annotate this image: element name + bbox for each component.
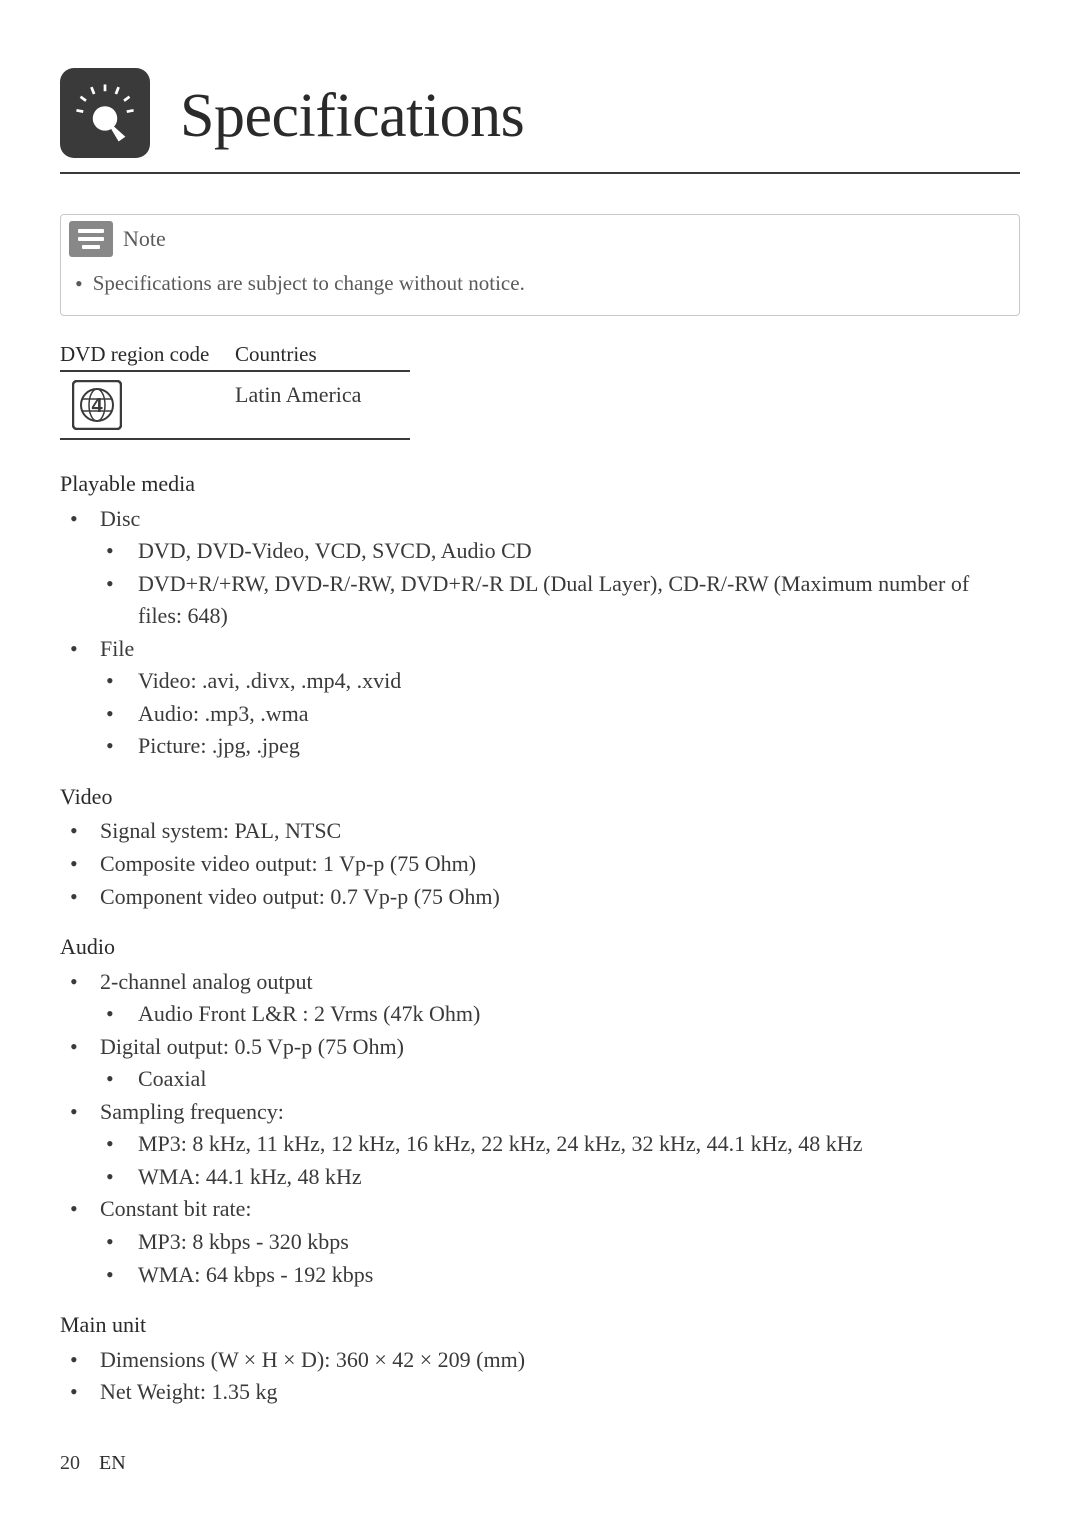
region-country: Latin America bbox=[235, 380, 361, 408]
page-header: Specifications bbox=[60, 68, 1020, 174]
list-item: MP3: 8 kHz, 11 kHz, 12 kHz, 16 kHz, 22 k… bbox=[100, 1128, 998, 1161]
list-item: WMA: 64 kbps - 192 kbps bbox=[100, 1259, 998, 1292]
region-table: DVD region code Countries 4 Latin Americ… bbox=[60, 342, 410, 440]
list-item: MP3: 8 kbps - 320 kbps bbox=[100, 1226, 998, 1259]
list-item: Composite video output: 1 Vp-p (75 Ohm) bbox=[60, 848, 998, 881]
lang-code: EN bbox=[99, 1452, 126, 1474]
list-item: DVD, DVD-Video, VCD, SVCD, Audio CD bbox=[100, 535, 998, 568]
section-title-playable: Playable media bbox=[60, 468, 998, 501]
section-title-main-unit: Main unit bbox=[60, 1309, 998, 1342]
bitrate-label: Constant bit rate: bbox=[100, 1196, 252, 1221]
section-title-video: Video bbox=[60, 781, 998, 814]
region-number: 4 bbox=[91, 395, 103, 417]
note-body: Specifications are subject to change wit… bbox=[61, 257, 1019, 315]
gauge-icon bbox=[60, 68, 150, 158]
page-footer: 20 EN bbox=[60, 1452, 126, 1475]
note-box: Note Specifications are subject to chang… bbox=[60, 214, 1020, 316]
disc-label: Disc bbox=[100, 506, 140, 531]
list-item: DVD+R/+RW, DVD-R/-RW, DVD+R/-R DL (Dual … bbox=[100, 568, 998, 633]
list-item: Audio: .mp3, .wma bbox=[100, 698, 998, 731]
list-item: Dimensions (W × H × D): 360 × 42 × 209 (… bbox=[60, 1344, 998, 1377]
list-item: Video: .avi, .divx, .mp4, .xvid bbox=[100, 665, 998, 698]
list-item: Component video output: 0.7 Vp-p (75 Ohm… bbox=[60, 881, 998, 914]
file-label: File bbox=[100, 636, 134, 661]
note-text: Specifications are subject to change wit… bbox=[93, 271, 525, 297]
list-item: WMA: 44.1 kHz, 48 kHz bbox=[100, 1161, 998, 1194]
region-header-countries: Countries bbox=[235, 342, 317, 367]
analog-label: 2-channel analog output bbox=[100, 969, 313, 994]
digital-label: Digital output: 0.5 Vp-p (75 Ohm) bbox=[100, 1034, 404, 1059]
page-title: Specifications bbox=[180, 81, 524, 152]
note-label: Note bbox=[123, 226, 166, 252]
note-icon bbox=[69, 221, 113, 257]
list-item: Audio Front L&R : 2 Vrms (47k Ohm) bbox=[100, 998, 998, 1031]
region-header-code: DVD region code bbox=[60, 342, 235, 367]
section-title-audio: Audio bbox=[60, 931, 998, 964]
globe-icon: 4 bbox=[72, 380, 122, 430]
list-item: Net Weight: 1.35 kg bbox=[60, 1376, 998, 1409]
list-item: Coaxial bbox=[100, 1063, 998, 1096]
list-item: Signal system: PAL, NTSC bbox=[60, 815, 998, 848]
page-number: 20 bbox=[60, 1452, 80, 1474]
list-item: Picture: .jpg, .jpeg bbox=[100, 730, 998, 763]
sampling-label: Sampling frequency: bbox=[100, 1099, 284, 1124]
